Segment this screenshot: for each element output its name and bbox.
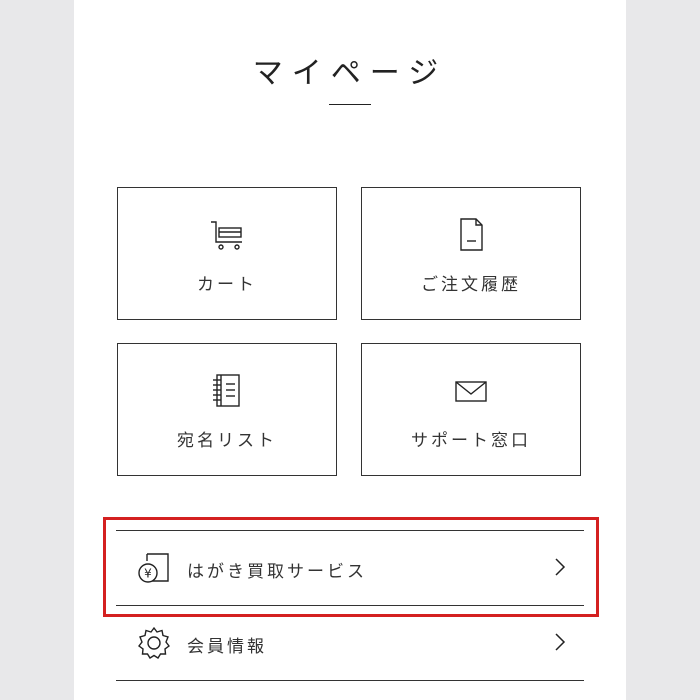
document-icon [362,216,580,254]
notebook-icon [118,372,336,410]
tile-order-history[interactable]: ご注文履歴 [361,187,581,320]
tile-cart-label: カート [197,275,257,295]
chevron-right-icon [554,632,566,656]
tile-address-list[interactable]: 宛名リスト [117,343,337,476]
menu-item-member-info[interactable]: 会員情報 [116,606,584,680]
page-title: マイページ [252,56,448,92]
menu-item-label: 会員情報 [187,637,267,657]
highlight-box [103,517,599,617]
envelope-icon [362,372,580,410]
tile-support[interactable]: サポート窓口 [361,343,581,476]
title-underline [329,104,371,105]
cart-icon [118,216,336,254]
gear-icon [137,626,171,664]
tile-cart[interactable]: カート [117,187,337,320]
tile-address-list-label: 宛名リスト [177,431,277,451]
divider [116,680,584,681]
tile-order-history-label: ご注文履歴 [421,275,521,295]
tile-support-label: サポート窓口 [411,431,531,451]
